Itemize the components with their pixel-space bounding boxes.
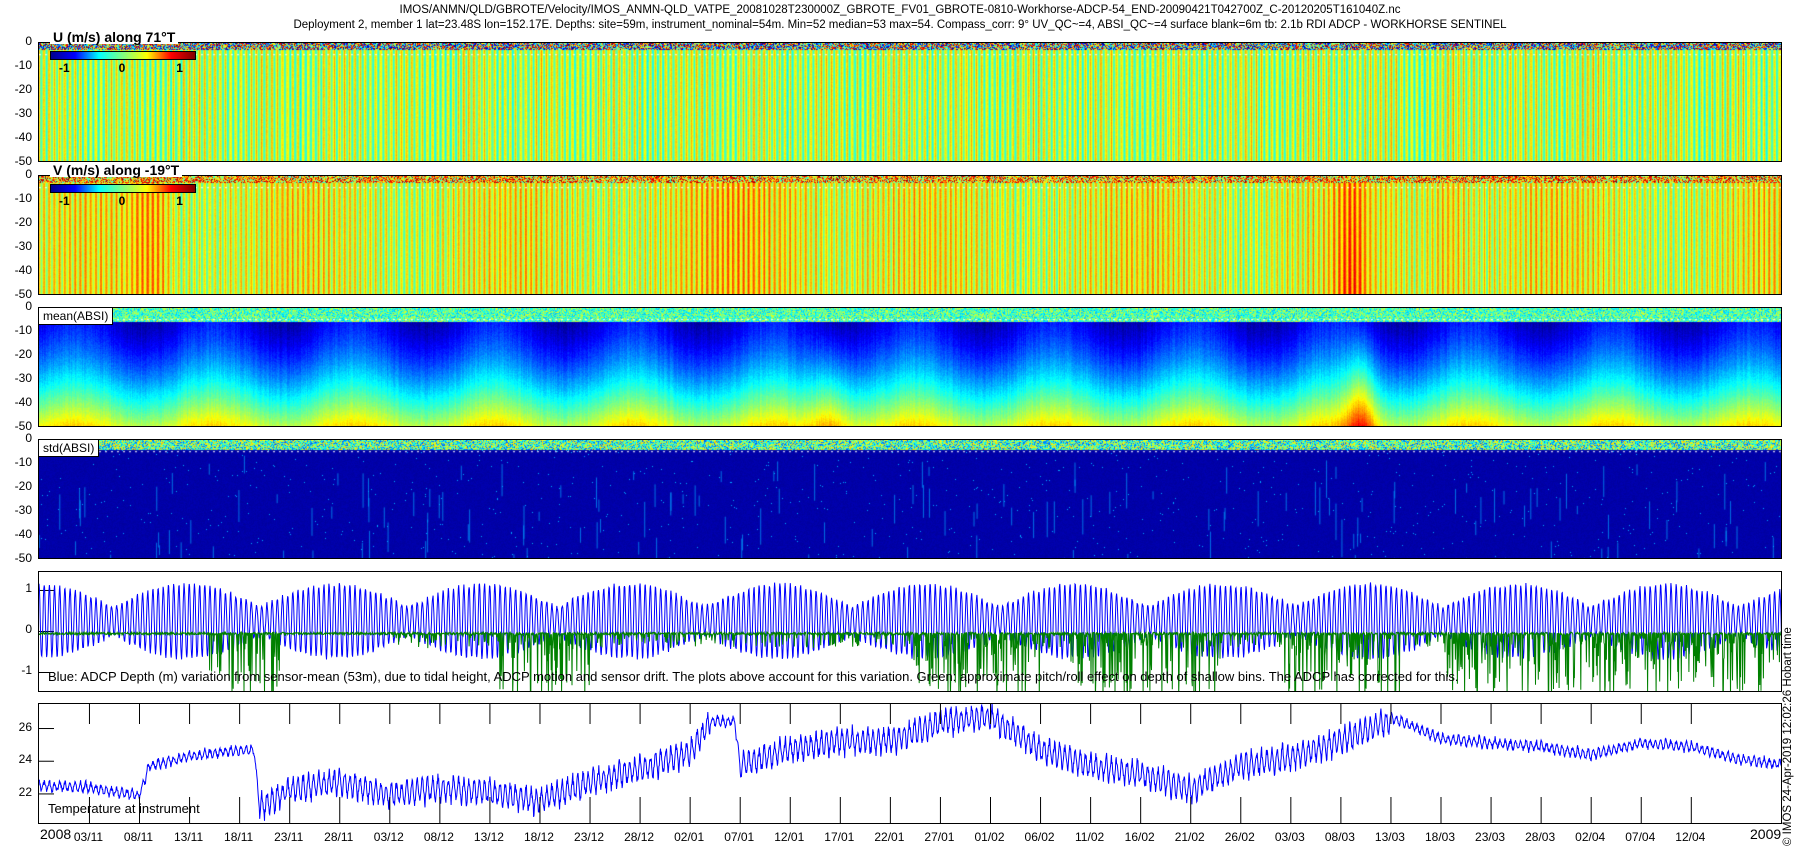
x-tick-label: 03/11 (73, 830, 104, 844)
x-tick-label: 07/04 (1625, 830, 1656, 844)
colorbar-tick-label: 1 (176, 194, 183, 208)
x-tick-label: 28/03 (1525, 830, 1556, 844)
y-tick-label: 0 (25, 299, 32, 313)
line-plot-temp (39, 704, 1781, 823)
y-tick-label: 24 (18, 752, 32, 767)
y-tick-label: -40 (14, 395, 32, 409)
x-tick-label: 03/12 (373, 830, 404, 844)
x-tick-label: 11/02 (1075, 830, 1105, 844)
x-tick-label: 01/02 (974, 830, 1005, 844)
panel-label-sabsi: std(ABSI) (39, 440, 100, 457)
x-tick-label: 08/12 (423, 830, 454, 844)
x-tick-label: 18/12 (523, 830, 554, 844)
series-temperature (39, 704, 1781, 821)
y-tick-label: 0 (25, 34, 32, 48)
annotation-depth: Blue: ADCP Depth (m) variation from sens… (48, 669, 1459, 684)
x-tick-label: 17/01 (824, 830, 855, 844)
x-tick-label: 03/03 (1274, 830, 1305, 844)
y-tick-label: 22 (18, 784, 32, 799)
x-tick-label: 02/01 (674, 830, 705, 844)
x-tick-label: 18/11 (224, 830, 254, 844)
x-tick-label: 22/01 (874, 830, 905, 844)
y-tick-label: -10 (14, 455, 32, 469)
panel-sabsi: std(ABSI) (38, 439, 1782, 559)
panel-temp: Temperature at instrument (38, 703, 1782, 824)
x-tick-label: 02/04 (1575, 830, 1606, 844)
y-tick-label: -50 (14, 154, 32, 168)
y-tick-label: -1 (21, 663, 32, 678)
title-line-1: IMOS/ANMN/QLD/GBROTE/Velocity/IMOS_ANMN-… (399, 4, 1401, 16)
y-tick-label: -40 (14, 263, 32, 277)
x-tick-label: 23/11 (274, 830, 304, 844)
x-tick-label: 18/03 (1424, 830, 1456, 844)
y-tick-label: -30 (14, 371, 32, 385)
colorbar-tick-label: 0 (118, 61, 126, 75)
panel-v: -1 0 1 (38, 175, 1782, 295)
y-tick-label: -30 (14, 239, 32, 253)
y-tick-label: -30 (14, 106, 32, 120)
panel-title-u: U (m/s) along 71°T (50, 30, 179, 44)
colorbar (50, 184, 196, 193)
x-tick-label: 13/03 (1374, 830, 1405, 844)
y-tick-label: -20 (14, 347, 32, 361)
x-tick-label: 27/01 (924, 830, 955, 844)
y-tick-label: -10 (14, 323, 32, 337)
title-line-2: Deployment 2, member 1 lat=23.48S lon=15… (293, 19, 1507, 31)
panel-u: -1 0 1 (38, 42, 1782, 162)
x-tick-label: 13/12 (473, 830, 504, 844)
y-tick-label: -10 (14, 58, 32, 72)
y-tick-label: 1 (25, 581, 32, 596)
panel-depth: Blue: ADCP Depth (m) variation from sens… (38, 571, 1782, 692)
panel-title-v: V (m/s) along -19°T (50, 163, 183, 177)
heatmap-sabsi (39, 440, 1781, 558)
x-tick-label: 23/12 (574, 830, 605, 844)
x-tick-label: 21/02 (1174, 830, 1205, 844)
y-tick-label: -40 (14, 130, 32, 144)
x-tick-label: 07/01 (724, 830, 755, 844)
x-tick-label: 08/03 (1324, 830, 1355, 844)
x-tick-label: 13/11 (173, 830, 204, 844)
x-tick-label: 12/01 (774, 830, 805, 844)
x-tick-label: 23/03 (1475, 830, 1506, 844)
panel-label-mabsi: mean(ABSI) (39, 308, 114, 325)
colorbar (50, 51, 196, 60)
colorbar-tick-label: -1 (59, 194, 70, 208)
x-tick-label: 28/12 (624, 830, 655, 844)
colorbar-tick-label: -1 (59, 61, 70, 75)
x-tick-label: 12/04 (1675, 830, 1706, 844)
y-tick-label: 0 (25, 622, 32, 637)
y-tick-label: -50 (14, 551, 32, 565)
heatmap-mabsi (39, 308, 1781, 426)
x-tick-label: 08/11 (123, 830, 154, 844)
annotation-temp: Temperature at instrument (48, 801, 200, 816)
year-end-label: 2009 (1750, 826, 1782, 842)
y-tick-label: -20 (14, 479, 32, 493)
x-tick-label: 26/02 (1224, 830, 1255, 844)
panel-mabsi: mean(ABSI) (38, 307, 1782, 427)
year-start-label: 2008 (40, 826, 72, 842)
y-tick-label: -20 (14, 215, 32, 229)
colorbar-tick-label: 1 (176, 61, 183, 75)
x-tick-label: 06/02 (1024, 830, 1055, 844)
y-tick-label: 26 (18, 719, 32, 734)
y-tick-label: -20 (14, 82, 32, 96)
y-tick-label: 0 (25, 431, 32, 445)
heatmap-u (39, 43, 1781, 161)
x-tick-label: 16/02 (1124, 830, 1155, 844)
y-tick-label: -10 (14, 191, 32, 205)
x-tick-label: 28/11 (324, 830, 354, 844)
colorbar-tick-label: 0 (118, 194, 126, 208)
y-tick-label: 0 (25, 167, 32, 181)
y-tick-label: -30 (14, 503, 32, 517)
y-tick-label: -40 (14, 527, 32, 541)
credit-text: © IMOS 24-Apr-2019 12:02:26 Hobart time (1782, 627, 1794, 846)
heatmap-v (39, 176, 1781, 294)
